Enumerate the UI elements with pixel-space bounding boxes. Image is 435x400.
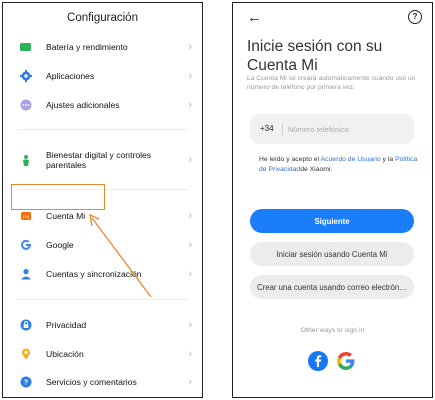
- login-panel: ← ? Inicie sesión con su Cuenta Mi La Cu…: [232, 2, 433, 398]
- google-icon[interactable]: [336, 351, 356, 371]
- settings-panel: Configuración Batería y rendimiento › Ap…: [2, 2, 203, 398]
- login-mi-account-button[interactable]: Iniciar sesión usando Cuenta Mi: [250, 242, 414, 266]
- agreement-text-part: y la: [380, 156, 396, 163]
- phone-field[interactable]: +34: [250, 114, 414, 144]
- facebook-icon[interactable]: [308, 351, 328, 371]
- phone-input[interactable]: [288, 119, 408, 139]
- back-arrow-icon[interactable]: ←: [247, 9, 262, 26]
- create-account-email-label: Crear una cuenta usando correo electróni…: [257, 282, 407, 292]
- annotation-arrow-icon: [89, 213, 152, 298]
- create-account-email-button[interactable]: Crear una cuenta usando correo electróni…: [250, 275, 414, 299]
- country-code[interactable]: +34: [260, 124, 274, 133]
- login-description: La Cuenta Mi se creará automáticamente c…: [247, 75, 416, 91]
- login-title: Inicie sesión con su Cuenta Mi: [247, 38, 383, 74]
- agreement-text: He leído y acepto el Acuerdo de Usuario …: [259, 155, 419, 174]
- next-button[interactable]: Siguiente: [250, 209, 414, 233]
- help-icon[interactable]: ?: [408, 10, 422, 24]
- agreement-text-part: He leído y acepto el: [259, 156, 321, 163]
- user-agreement-link[interactable]: Acuerdo de Usuario: [321, 156, 381, 163]
- divider: [282, 123, 283, 135]
- agreement-text-part: de Xiaomi.: [300, 165, 333, 173]
- other-ways-label: Other ways to sign in: [300, 327, 365, 334]
